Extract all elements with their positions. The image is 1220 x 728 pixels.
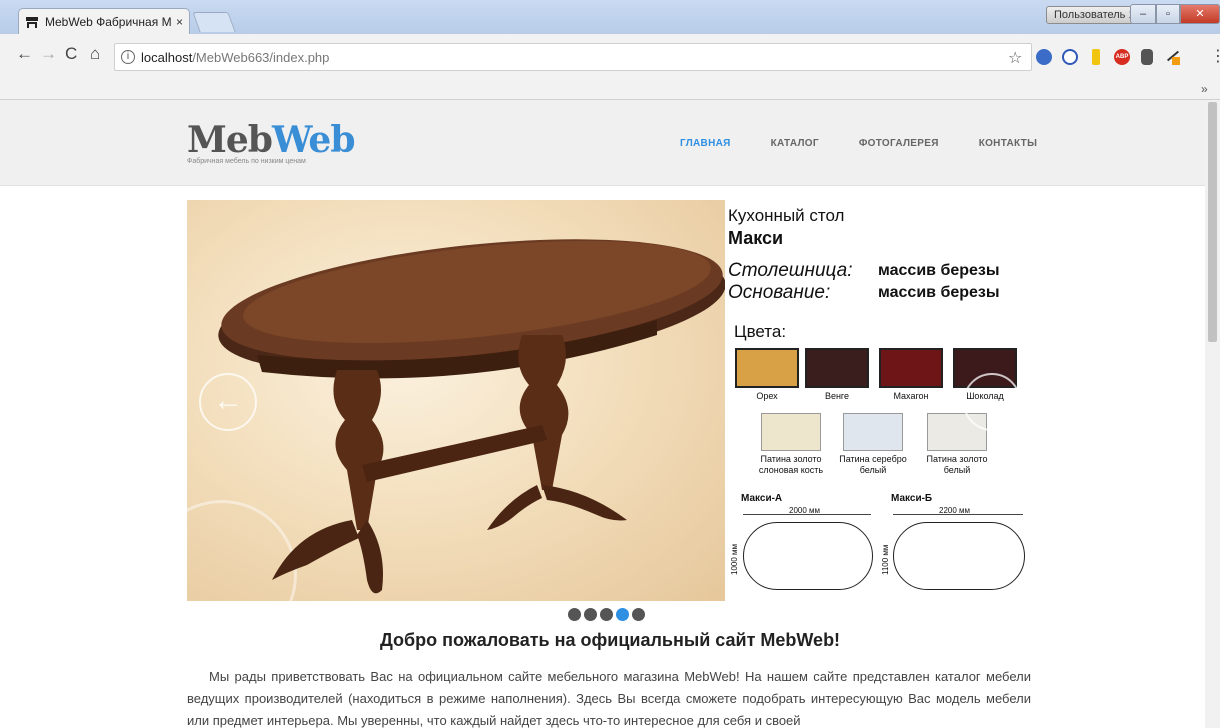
page-scrollbar-thumb[interactable] (1208, 102, 1217, 342)
table-photo (187, 200, 725, 601)
bookmark-star-icon[interactable]: ☆ (1008, 48, 1022, 68)
nav-catalog[interactable]: КАТАЛОГ (771, 138, 819, 149)
dining-table-image (218, 239, 725, 594)
bookmarks-more-button[interactable]: » (1201, 82, 1208, 96)
welcome-title: Добро пожаловать на официальный сайт Meb… (379, 630, 841, 650)
color-label-walnut: Орех (756, 391, 778, 401)
nav-contacts[interactable]: КОНТАКТЫ (979, 138, 1037, 149)
extension-icon-5[interactable] (1141, 49, 1153, 65)
extension-icon-2[interactable] (1062, 49, 1078, 65)
main-nav: ГЛАВНАЯ КАТАЛОГ ФОТОГАЛЕРЕЯ КОНТАКТЫ (680, 138, 1077, 149)
adblock-icon[interactable]: ABP (1114, 49, 1130, 65)
size-b-name: Макси-Б (891, 493, 933, 504)
color-label-patina-silver-white: Патина серебро белый (839, 454, 907, 475)
site-info-icon[interactable]: i (121, 50, 135, 64)
tab-title: MebWeb Фабричная Ме (45, 15, 172, 29)
color-swatch-mahogany (879, 348, 943, 388)
tab-close-icon[interactable]: × (176, 15, 183, 29)
browser-tabstrip: MebWeb Фабричная Ме × Пользователь 1 – ▫… (0, 0, 1220, 35)
spec-base-value: массив березы (878, 284, 1000, 301)
browser-tab[interactable]: MebWeb Фабричная Ме × (18, 8, 190, 35)
slider-next-arrow-icon[interactable]: → (963, 373, 1021, 431)
color-swatch-wenge (805, 348, 869, 388)
color-label-patina-gold-white: Патина золото белый (926, 454, 988, 475)
window-minimize-button[interactable]: – (1130, 4, 1156, 24)
browser-menu-icon[interactable]: ⋮ (1210, 46, 1220, 66)
color-label-patina-gold-ivory: Патина золото слоновая кость (758, 454, 824, 475)
product-type: Кухонный стол (728, 206, 845, 225)
url-host: localhost (141, 49, 193, 65)
nav-home[interactable]: ГЛАВНАЯ (680, 138, 731, 149)
size-a-length: 2000 мм (789, 506, 821, 515)
slider-dot-4[interactable] (616, 608, 629, 621)
slider-dot-2[interactable] (584, 608, 597, 621)
logo-meb: Meb (187, 119, 273, 161)
reload-icon[interactable]: C (65, 44, 77, 64)
spec-base: Основание: массив березы (728, 282, 1028, 304)
slider-prev-arrow-icon[interactable]: ← (199, 373, 257, 431)
size-a-outline (743, 522, 873, 590)
color-swatch-patina-gold-ivory (761, 413, 821, 451)
size-b-width: 1100 мм (881, 544, 890, 575)
product-model: Макси (728, 228, 784, 248)
nav-gallery[interactable]: ФОТОГАЛЕРЕЯ (859, 138, 939, 149)
url-path: /MebWeb663/index.php (192, 49, 330, 65)
slider-dot-3[interactable] (600, 608, 613, 621)
size-b-outline (893, 522, 1025, 590)
color-label-mahogany: Махагон (893, 391, 929, 401)
color-label-wenge: Венге (824, 391, 850, 401)
extension-icon-3[interactable] (1092, 49, 1100, 65)
colors-title: Цвета: (734, 322, 787, 341)
color-swatch-patina-silver-white (843, 413, 903, 451)
extension-icon-1[interactable] (1036, 49, 1052, 65)
back-arrow-icon[interactable]: ← (16, 44, 33, 64)
profile-button[interactable]: Пользователь 1 (1046, 6, 1143, 24)
new-tab-button[interactable] (192, 12, 236, 32)
hero-slider: Кухонный стол Макси Столешница: массив б… (187, 200, 1031, 601)
window-maximize-button[interactable]: ▫ (1156, 4, 1180, 24)
color-swatch-walnut (735, 348, 799, 388)
site-header: MebWeb Фабричная мебель по низким ценам … (0, 100, 1220, 186)
extension-pen-icon[interactable] (1166, 49, 1180, 65)
address-bar[interactable]: i localhost/MebWeb663/index.php (114, 43, 1032, 71)
spec-tabletop-label: Столешница: (728, 260, 853, 281)
slider-pagination (568, 608, 645, 621)
spec-base-label: Основание: (728, 282, 831, 303)
logo-web: Web (271, 119, 356, 161)
size-a-width: 1000 мм (730, 543, 739, 575)
slider-dot-5[interactable] (632, 608, 645, 621)
slider-dot-1[interactable] (568, 608, 581, 621)
size-b-length: 2200 мм (939, 506, 971, 515)
site-favicon-icon (26, 17, 38, 28)
spec-tabletop-value: массив березы (878, 262, 1000, 279)
home-icon[interactable]: ⌂ (90, 44, 100, 64)
size-a-name: Макси-А (741, 493, 783, 504)
window-close-button[interactable]: ✕ (1180, 4, 1220, 24)
welcome-text: Мы рады приветствовать Вас на официально… (187, 669, 1031, 728)
forward-arrow-icon[interactable]: → (40, 44, 57, 64)
spec-tabletop: Столешница: массив березы (728, 260, 1028, 282)
bookmarks-bar: » (0, 80, 1220, 100)
site-logo[interactable]: MebWeb Фабричная мебель по низким ценам (187, 119, 356, 165)
browser-toolbar: ← → C ⌂ i localhost/MebWeb663/index.php … (0, 34, 1220, 80)
